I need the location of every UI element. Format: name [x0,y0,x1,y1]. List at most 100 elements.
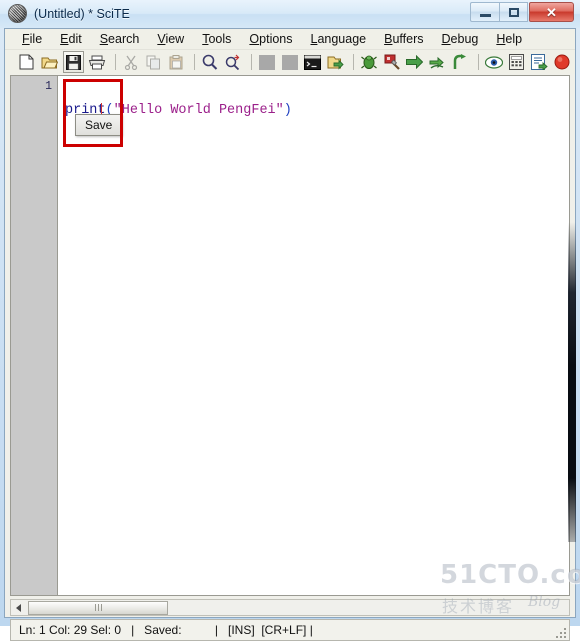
maximize-button[interactable] [499,2,528,22]
horizontal-scrollbar[interactable] [10,599,570,616]
status-bar: Ln: 1 Col: 29 Sel: 0 | Saved: | [INS] [C… [10,619,570,641]
menu-bar: File Edit Search View Tools Options Lang… [5,29,575,50]
maximize-icon [508,7,519,17]
status-text: Ln: 1 Col: 29 Sel: 0 | Saved: | [INS] [C… [19,623,313,637]
editor-area[interactable]: 1 [10,75,570,596]
calculator-icon [508,54,524,70]
export-icon [327,56,344,70]
stop-button[interactable] [552,52,572,72]
right-edge-strip [568,222,576,542]
menu-item-search[interactable]: Search [91,30,149,48]
save-file-button[interactable] [62,51,85,73]
scroll-left-arrow[interactable] [11,600,26,615]
run-button[interactable] [427,52,447,72]
replace-icon [225,54,239,70]
console-button[interactable] [302,52,322,72]
menu-item-help[interactable]: Help [487,30,531,48]
menu-item-file[interactable]: File [13,30,51,48]
close-button[interactable]: ✕ [529,2,574,22]
compile-button[interactable] [359,52,379,72]
watch-button[interactable] [484,52,504,72]
scite-window: (Untitled) * SciTE ✕ File Edit Search Vi… [0,0,580,641]
stop-icon [554,54,570,70]
window-resize-grip[interactable] [554,626,566,638]
go-icon [405,55,423,69]
window-title: (Untitled) * SciTE [34,6,130,21]
h-scroll-thumb[interactable] [28,600,168,615]
step-icon [454,54,467,69]
cut-button[interactable] [121,52,141,72]
menu-item-view[interactable]: View [148,30,193,48]
code-close-paren: ) [283,103,292,118]
client-area: File Edit Search View Tools Options Lang… [4,28,576,641]
toolbar-separator [115,54,117,70]
open-file-button[interactable] [40,52,60,72]
title-bar-left: (Untitled) * SciTE [8,4,130,23]
cut-icon [124,55,138,70]
menu-item-buffers[interactable]: Buffers [375,30,432,48]
properties-icon [530,54,548,70]
line-number: 1 [45,80,52,93]
thumb-grip-icon [94,604,102,611]
menu-item-edit[interactable]: Edit [51,30,91,48]
toolbar-separator [250,54,252,70]
step-button[interactable] [450,52,470,72]
go-button[interactable] [404,52,424,72]
minimize-button[interactable] [470,2,499,22]
print-icon [89,55,106,69]
replace-button[interactable] [223,52,243,72]
properties-button[interactable] [529,52,549,72]
redo-button[interactable] [280,52,300,72]
line-number-gutter: 1 [11,76,58,595]
scite-sphere-icon [8,4,27,23]
watch-icon [484,55,503,69]
save-tooltip: Save [75,114,123,136]
menu-rest: ile [29,32,43,46]
code-string: "Hello World PengFei" [113,103,284,118]
find-button[interactable] [200,52,220,72]
menu-mnemonic: S [99,32,109,46]
find-icon [202,54,218,70]
toolbar [5,50,575,74]
left-arrow-icon [16,603,21,612]
menu-rest: earch [108,32,140,46]
menu-mnemonic: D [441,32,451,46]
toolbar-separator [477,54,479,70]
menu-item-options[interactable]: Options [240,30,301,48]
menu-item-tools[interactable]: Tools [193,30,240,48]
menu-rest: elp [505,32,523,46]
undo-icon [258,54,275,70]
menu-mnemonic: E [60,32,69,46]
menu-mnemonic: F [22,32,30,46]
menu-rest: anguage [317,32,367,46]
new-file-button[interactable] [17,52,37,72]
console-icon [303,54,321,70]
menu-mnemonic: O [249,32,260,46]
build-button[interactable] [382,52,402,72]
menu-item-debug[interactable]: Debug [433,30,488,48]
menu-item-language[interactable]: Language [302,30,376,48]
menu-rest: dit [68,32,82,46]
save-file-icon [65,54,81,70]
minimize-icon [479,13,491,17]
calculator-button[interactable] [507,52,527,72]
copy-button[interactable] [144,52,164,72]
toolbar-separator [352,54,354,70]
menu-rest: ools [208,32,232,46]
run-icon [429,56,444,69]
toolbar-separator [194,54,196,70]
paste-button[interactable] [167,52,187,72]
undo-button[interactable] [257,52,277,72]
menu-rest: ebug [450,32,479,46]
build-icon [384,54,400,70]
print-button[interactable] [87,52,107,72]
export-button[interactable] [325,52,345,72]
window-controls: ✕ [470,2,574,22]
paste-icon [169,54,183,69]
title-bar[interactable]: (Untitled) * SciTE ✕ [0,0,580,28]
menu-rest: iew [165,32,185,46]
open-file-icon [41,57,59,68]
menu-rest: ptions [259,32,293,46]
new-file-icon [19,54,34,70]
compile-icon [360,55,377,69]
